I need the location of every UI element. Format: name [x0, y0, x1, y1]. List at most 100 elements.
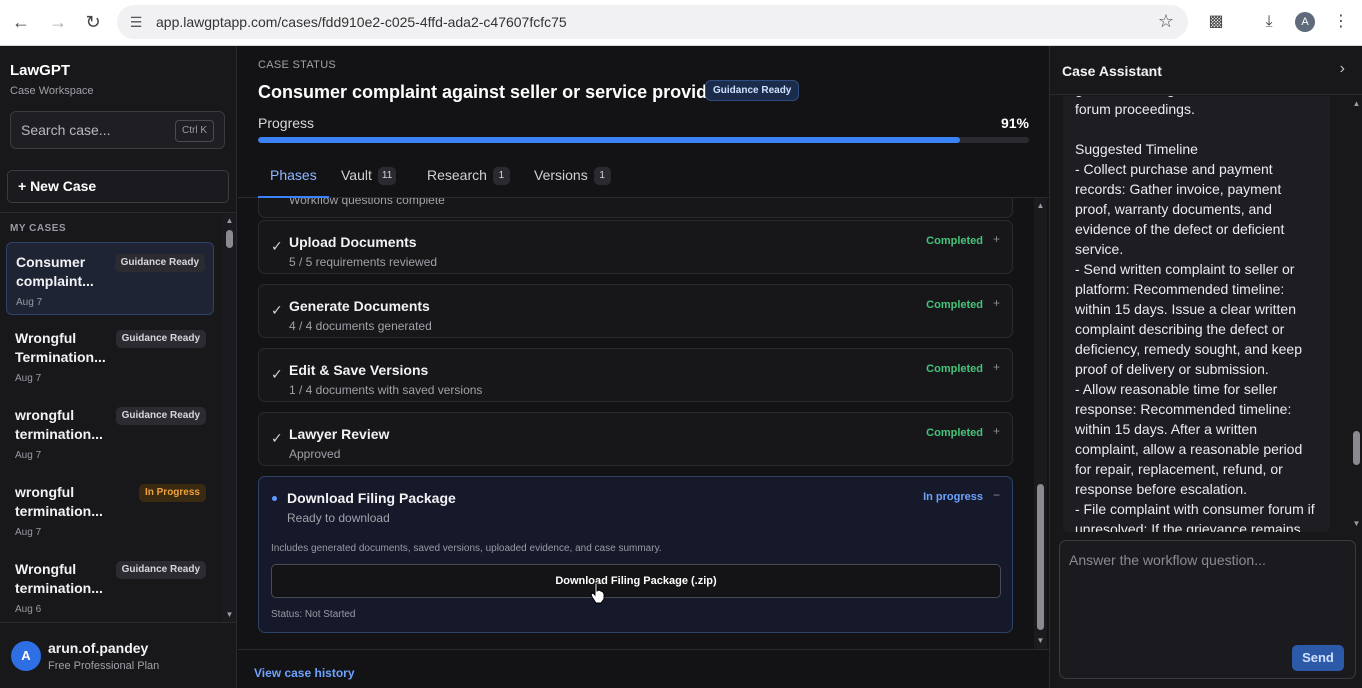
progress-label: Progress	[258, 115, 315, 131]
status-badge: Guidance Ready	[115, 330, 206, 348]
chevron-right-icon[interactable]: ›	[1340, 60, 1345, 78]
progress-percent: 91%	[1000, 115, 1029, 131]
download-icon[interactable]: ⤓	[1258, 11, 1280, 33]
main-panel: CASE STATUS Consumer complaint against s…	[238, 46, 1049, 688]
assistant-message: guidance during forum proceedings. Sugge…	[1063, 96, 1330, 532]
send-button[interactable]: Send	[1292, 645, 1344, 671]
phase-subtitle: Workflow questions complete	[289, 198, 445, 207]
phase-subtitle: 4 / 4 documents generated	[289, 319, 432, 333]
site-settings-icon[interactable]: ☰	[127, 13, 145, 31]
user-profile[interactable]: A arun.of.pandey Free Professional Plan	[0, 622, 237, 688]
expand-icon[interactable]: +	[993, 232, 1000, 246]
case-item[interactable]: Wrongful Termination... Guidance Ready A…	[6, 319, 214, 392]
tab-vault[interactable]: Vault 11	[341, 150, 397, 198]
phase-status: Completed	[926, 299, 983, 311]
status-badge: In Progress	[138, 484, 206, 502]
tab-count: 1	[492, 167, 510, 185]
collapse-icon[interactable]: −	[993, 488, 1000, 502]
scroll-down-icon[interactable]: ▼	[1034, 636, 1047, 646]
case-title: Wrongful termination...	[15, 561, 103, 596]
progress-bar	[258, 137, 1029, 143]
phase-card[interactable]: ✓ Generate Documents 4 / 4 documents gen…	[258, 284, 1013, 338]
case-status-label: CASE STATUS	[258, 59, 337, 71]
scroll-up-icon[interactable]: ▲	[1034, 201, 1047, 211]
user-name: arun.of.pandey	[48, 640, 149, 656]
tab-label: Research	[427, 167, 487, 183]
view-history-link[interactable]: View case history	[254, 666, 355, 680]
status-badge: Guidance Ready	[115, 407, 206, 425]
phase-card[interactable]: ✓ Lawyer Review Approved Completed +	[258, 412, 1013, 466]
phase-card[interactable]: Workflow questions complete	[258, 198, 1013, 218]
tab-phases[interactable]: Phases	[258, 150, 329, 198]
case-item[interactable]: Consumer complaint... Guidance Ready Aug…	[6, 242, 214, 315]
scroll-up-icon[interactable]: ▲	[1350, 99, 1362, 109]
check-icon: ✓	[271, 366, 283, 382]
phase-title: Generate Documents	[289, 298, 430, 314]
status-badge: Guidance Ready	[705, 80, 800, 101]
tab-label: Vault	[341, 167, 372, 183]
tab-research[interactable]: Research 1	[427, 150, 510, 198]
search-input[interactable]: Search case... Ctrl K	[10, 111, 225, 149]
case-item[interactable]: wrongful termination... In Progress Aug …	[6, 473, 214, 546]
expand-icon[interactable]: +	[993, 360, 1000, 374]
check-icon: ✓	[271, 238, 283, 254]
section-label: MY CASES	[10, 223, 67, 234]
case-list-scrollbar[interactable]: ▲ ▼	[223, 214, 236, 622]
scrollbar-thumb[interactable]	[226, 230, 233, 248]
reload-icon[interactable]: ↻	[82, 11, 104, 33]
scrollbar-thumb[interactable]	[1037, 484, 1044, 630]
phase-subtitle: Ready to download	[287, 511, 390, 525]
expand-icon[interactable]: +	[993, 424, 1000, 438]
case-title: Wrongful Termination...	[15, 330, 106, 365]
scroll-up-icon[interactable]: ▲	[223, 216, 236, 226]
case-date: Aug 7	[16, 297, 43, 308]
page-title: Consumer complaint against seller or ser…	[258, 82, 725, 102]
in-progress-dot-icon	[272, 496, 277, 501]
phase-title: Lawyer Review	[289, 426, 390, 442]
phase-list-scrollbar[interactable]: ▲ ▼	[1034, 198, 1047, 649]
case-item[interactable]: Wrongful termination... Guidance Ready A…	[6, 550, 214, 622]
expand-icon[interactable]: +	[993, 296, 1000, 310]
status-badge: Guidance Ready	[114, 254, 205, 272]
scroll-down-icon[interactable]: ▼	[1350, 519, 1362, 529]
divider	[0, 212, 237, 213]
address-bar[interactable]: ☰ app.lawgptapp.com/cases/fdd910e2-c025-…	[117, 5, 1188, 39]
phase-title: Download Filing Package	[287, 490, 456, 506]
check-icon: ✓	[271, 430, 283, 446]
scroll-down-icon[interactable]: ▼	[223, 610, 236, 620]
search-placeholder: Search case...	[21, 122, 111, 138]
assistant-messages: guidance during forum proceedings. Sugge…	[1050, 96, 1362, 532]
phase-list: Workflow questions complete ✓ Upload Doc…	[238, 198, 1049, 648]
forward-icon[interactable]: →	[47, 11, 69, 33]
case-title: wrongful termination...	[15, 407, 103, 442]
url-text[interactable]: app.lawgptapp.com/cases/fdd910e2-c025-4f…	[156, 14, 567, 30]
profile-avatar[interactable]: A	[1295, 12, 1315, 32]
phase-status: Completed	[926, 363, 983, 375]
tab-label: Versions	[534, 167, 588, 183]
case-date: Aug 7	[15, 373, 42, 384]
tab-label: Phases	[270, 167, 317, 183]
download-package-button[interactable]: Download Filing Package (.zip)	[271, 564, 1001, 598]
phase-status-note: Status: Not Started	[271, 609, 356, 620]
tab-count: 11	[377, 167, 397, 185]
case-list: Consumer complaint... Guidance Ready Aug…	[0, 242, 222, 622]
answer-input[interactable]: Answer the workflow question... Send	[1059, 540, 1356, 679]
sidebar: LawGPT Case Workspace Search case... Ctr…	[0, 46, 237, 688]
new-case-button[interactable]: + New Case	[7, 170, 229, 203]
tab-versions[interactable]: Versions 1	[534, 150, 611, 198]
assistant-scrollbar[interactable]: ▲ ▼	[1350, 96, 1362, 532]
phase-card[interactable]: ✓ Edit & Save Versions 1 / 4 documents w…	[258, 348, 1013, 402]
user-plan: Free Professional Plan	[48, 660, 160, 672]
extensions-icon[interactable]: ▩	[1205, 11, 1227, 33]
phase-card-active[interactable]: Download Filing Package Ready to downloa…	[258, 476, 1013, 633]
back-icon[interactable]: ←	[10, 11, 32, 33]
phase-card[interactable]: ✓ Upload Documents 5 / 5 requirements re…	[258, 220, 1013, 274]
scrollbar-thumb[interactable]	[1353, 431, 1360, 465]
status-badge: Guidance Ready	[115, 561, 206, 579]
case-title: Consumer complaint...	[16, 254, 94, 289]
phase-status: Completed	[926, 235, 983, 247]
case-date: Aug 7	[15, 450, 42, 461]
menu-dots-icon[interactable]: ⋮	[1330, 11, 1352, 33]
bookmark-star-icon[interactable]: ☆	[1158, 11, 1174, 32]
case-item[interactable]: wrongful termination... Guidance Ready A…	[6, 396, 214, 469]
